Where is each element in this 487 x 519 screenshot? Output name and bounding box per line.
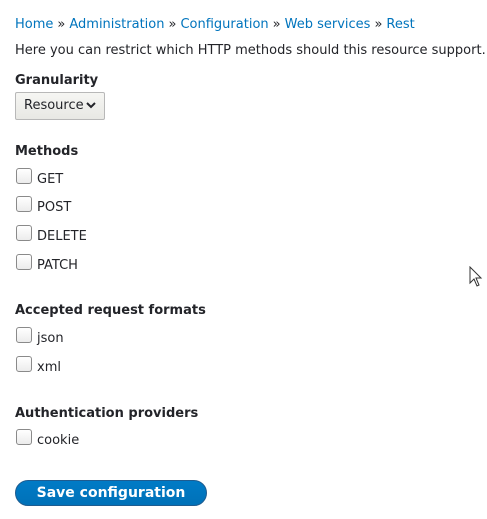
mouse-cursor-icon	[469, 266, 483, 287]
granularity-selected-value: Resource	[24, 98, 84, 113]
method-patch-label[interactable]: PATCH	[37, 258, 78, 274]
method-get-label[interactable]: GET	[37, 172, 63, 188]
granularity-select[interactable]: Resource	[15, 92, 105, 120]
breadcrumb-home[interactable]: Home	[15, 17, 53, 32]
breadcrumb-separator: »	[374, 17, 383, 32]
method-post-label[interactable]: POST	[37, 200, 71, 216]
breadcrumb-separator: »	[57, 17, 66, 32]
format-xml-checkbox[interactable]	[16, 356, 32, 372]
breadcrumb-configuration[interactable]: Configuration	[180, 17, 268, 32]
page-description: Here you can restrict which HTTP methods…	[15, 43, 486, 58]
auth-label: Authentication providers	[15, 406, 199, 421]
breadcrumb-administration[interactable]: Administration	[69, 17, 164, 32]
format-json-label[interactable]: json	[37, 331, 64, 347]
breadcrumb: Home» Administration» Configuration» Web se…	[15, 16, 415, 33]
breadcrumb-separator: »	[168, 17, 177, 32]
granularity-label: Granularity	[15, 73, 99, 88]
auth-cookie-label[interactable]: cookie	[37, 433, 79, 449]
breadcrumb-separator: »	[272, 17, 281, 32]
auth-cookie-checkbox[interactable]	[16, 429, 32, 445]
method-post-checkbox[interactable]	[16, 196, 32, 212]
method-delete-label[interactable]: DELETE	[37, 229, 87, 245]
save-configuration-button[interactable]: Save configuration	[15, 480, 207, 506]
breadcrumb-web-services[interactable]: Web services	[285, 17, 371, 32]
breadcrumb-rest[interactable]: Rest	[386, 17, 414, 32]
method-delete-checkbox[interactable]	[16, 225, 32, 241]
methods-label: Methods	[15, 144, 79, 159]
chevron-down-icon	[86, 102, 96, 109]
method-get-checkbox[interactable]	[16, 168, 32, 184]
formats-label: Accepted request formats	[15, 303, 206, 318]
format-json-checkbox[interactable]	[16, 327, 32, 343]
method-patch-checkbox[interactable]	[16, 254, 32, 270]
format-xml-label[interactable]: xml	[37, 360, 61, 376]
